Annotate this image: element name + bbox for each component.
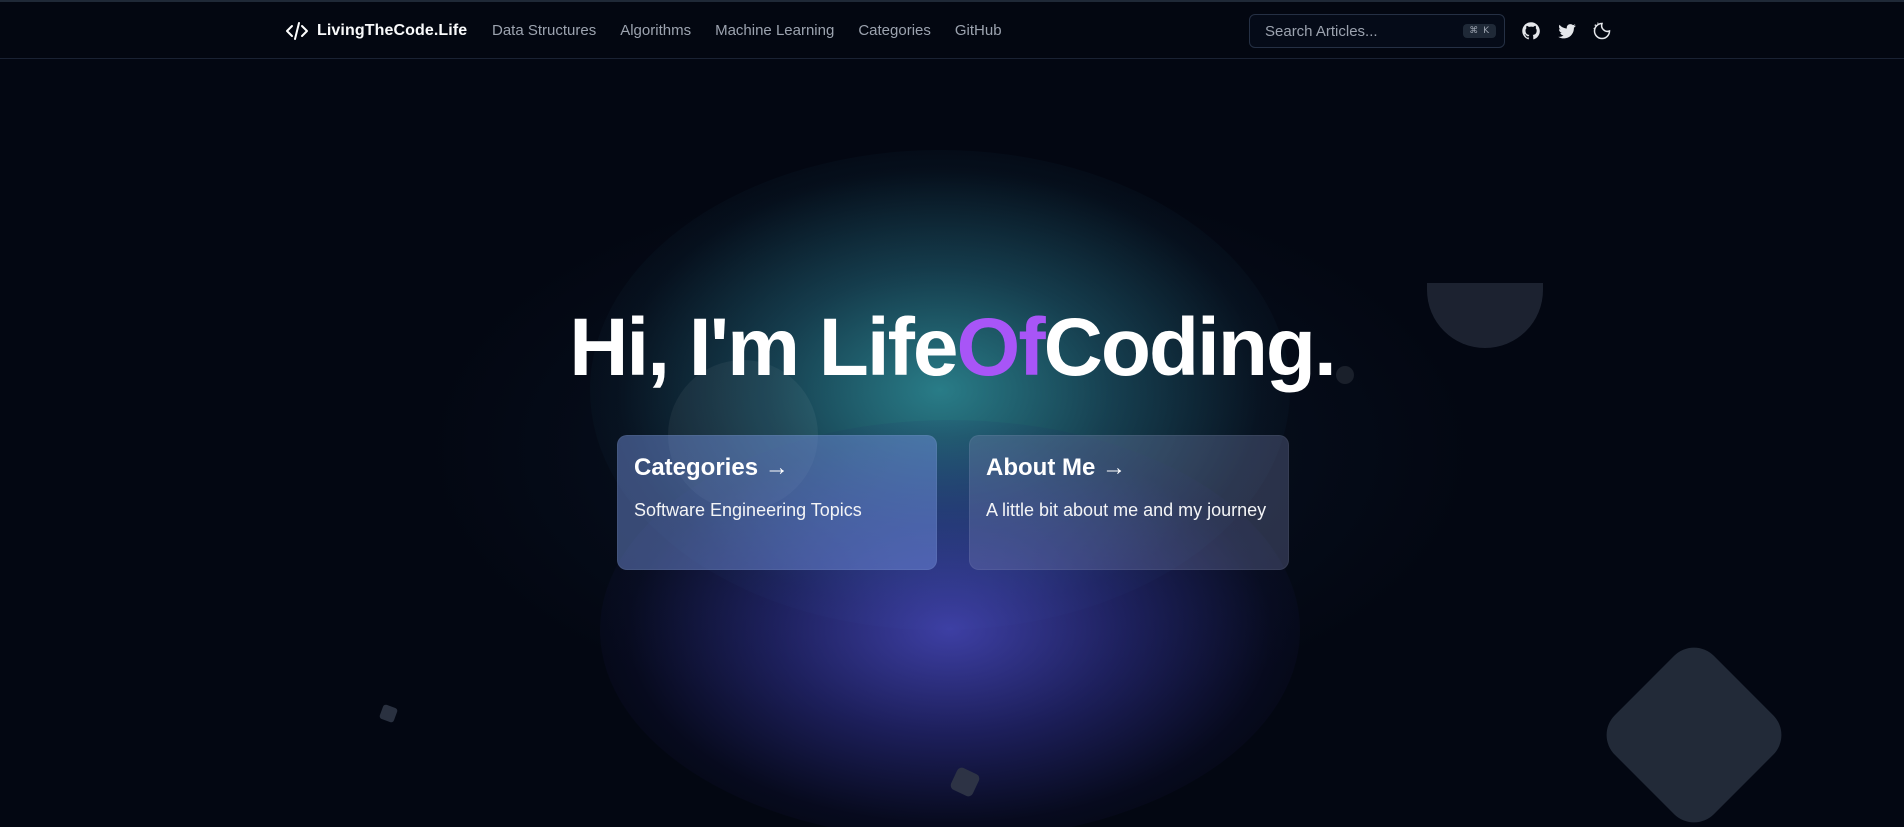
github-icon[interactable] — [1521, 21, 1541, 41]
main-nav: Data Structures Algorithms Machine Learn… — [492, 2, 1002, 59]
theme-toggle-icon[interactable] — [1592, 21, 1612, 41]
categories-card-title: Categories → — [634, 454, 789, 481]
hero-title: Hi, I'm LifeOfCoding. — [0, 300, 1904, 396]
categories-card[interactable]: Categories → Software Engineering Topics — [617, 435, 937, 570]
nav-github[interactable]: GitHub — [955, 22, 1002, 39]
nav-categories[interactable]: Categories — [858, 22, 931, 39]
search-button[interactable]: Search Articles... ⌘ K — [1249, 14, 1505, 48]
nav-machine-learning[interactable]: Machine Learning — [715, 22, 834, 39]
about-me-card-description: A little bit about me and my journey — [986, 500, 1267, 520]
brand-link[interactable]: LivingTheCode.Life — [285, 2, 467, 59]
nav-data-structures[interactable]: Data Structures — [492, 22, 596, 39]
hero-title-accent: Of — [956, 302, 1046, 393]
twitter-icon[interactable] — [1557, 21, 1577, 41]
about-me-card-title: About Me → — [986, 454, 1126, 481]
code-icon — [286, 21, 308, 40]
decorative-square-large — [1595, 636, 1793, 827]
page: LivingTheCode.Life Data Structures Algor… — [0, 0, 1904, 827]
nav-algorithms[interactable]: Algorithms — [620, 22, 691, 39]
brand-name: LivingTheCode.Life — [317, 21, 468, 39]
search-shortcut-badge: ⌘ K — [1463, 24, 1496, 38]
decorative-square-small — [378, 703, 399, 724]
hero-title-suffix: Coding. — [1043, 302, 1337, 393]
about-me-card[interactable]: About Me → A little bit about me and my … — [969, 435, 1289, 570]
search-placeholder: Search Articles... — [1265, 22, 1378, 40]
hero-title-prefix: Hi, I'm Life — [569, 302, 958, 393]
site-header: LivingTheCode.Life Data Structures Algor… — [0, 2, 1904, 59]
categories-card-description: Software Engineering Topics — [634, 500, 862, 520]
